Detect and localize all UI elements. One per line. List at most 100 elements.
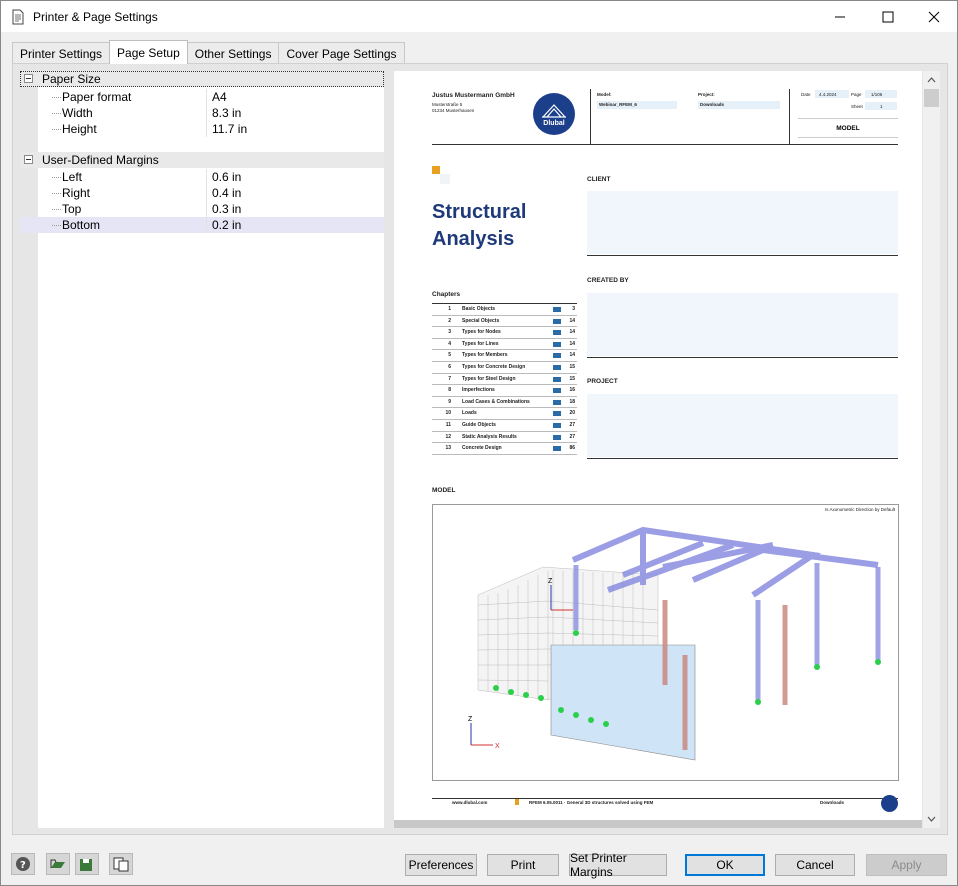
chapter-number: 8 xyxy=(448,387,451,394)
scrollbar-thumb[interactable] xyxy=(924,89,939,107)
chapter-page: 18 xyxy=(569,398,575,405)
chapter-number: 7 xyxy=(448,375,451,382)
chapter-page-icon xyxy=(553,411,561,417)
row-label: Width xyxy=(62,106,93,120)
chapter-number: 1 xyxy=(448,306,451,312)
client-box xyxy=(587,191,898,254)
scroll-down-icon[interactable] xyxy=(927,816,936,823)
created-by-box xyxy=(587,293,898,356)
chapter-row: 2 Special Objects 14 xyxy=(432,316,577,328)
help-button[interactable]: ? xyxy=(11,853,35,875)
address-line-1: Musterstraße 5 xyxy=(432,102,463,107)
load-settings-button[interactable] xyxy=(46,853,70,875)
row-top[interactable]: Top 0.3 in xyxy=(20,201,384,217)
model-image: Is Axonometric Direction by Default Z Z … xyxy=(432,504,899,781)
sheet-label: Sheet xyxy=(851,104,863,109)
footer-accent xyxy=(515,799,519,805)
chapter-name: Imperfections xyxy=(462,387,495,394)
save-icon xyxy=(80,859,92,871)
project-label: Project: xyxy=(698,92,715,97)
dialog-window: Printer & Page Settings Printer Settings… xyxy=(0,0,958,886)
close-button[interactable] xyxy=(911,1,957,32)
row-label: Right xyxy=(62,186,91,200)
row-paper-format[interactable]: Paper format A4 xyxy=(20,89,384,105)
chapter-row: 12 Static Analysis Results 27 xyxy=(432,432,577,444)
tab-other-settings[interactable]: Other Settings xyxy=(186,42,280,64)
row-width[interactable]: Width 8.3 in xyxy=(20,105,384,121)
chapter-number: 5 xyxy=(448,352,451,359)
tree-connector xyxy=(52,129,61,130)
cancel-button[interactable]: Cancel xyxy=(775,854,855,876)
accent-square xyxy=(432,166,440,174)
chapter-page: 15 xyxy=(569,375,575,382)
group-label: User-Defined Margins xyxy=(42,153,159,167)
tab-strip: Printer Settings Page Setup Other Settin… xyxy=(12,40,405,64)
set-printer-margins-button[interactable]: Set Printer Margins xyxy=(569,851,667,879)
right-margin-value[interactable]: 0.4 in xyxy=(206,185,384,201)
chapter-page-icon xyxy=(553,365,561,370)
project-box xyxy=(587,394,898,457)
svg-text:?: ? xyxy=(20,860,26,871)
chapter-number: 2 xyxy=(448,317,451,324)
tab-page-setup[interactable]: Page Setup xyxy=(109,40,188,64)
save-settings-button[interactable] xyxy=(75,853,99,875)
maximize-button[interactable] xyxy=(865,1,911,32)
chapter-page-icon xyxy=(553,434,561,440)
chapter-name: Types for Nodes xyxy=(462,329,501,336)
preferences-button[interactable]: Preferences xyxy=(405,854,477,876)
scroll-up-icon[interactable] xyxy=(927,76,936,83)
row-label: Paper format xyxy=(62,90,132,104)
ok-button[interactable]: OK xyxy=(685,854,765,876)
created-by-label: CREATED BY xyxy=(587,277,629,284)
tree-connector xyxy=(52,209,61,210)
paper-format-value[interactable]: A4 xyxy=(206,89,384,105)
chapter-row: 13 Concrete Design 86 xyxy=(432,443,577,455)
chapter-page-icon xyxy=(553,307,561,312)
row-bottom[interactable]: Bottom 0.2 in xyxy=(20,217,384,233)
chapters-label: Chapters xyxy=(432,291,461,298)
close-icon xyxy=(928,11,940,22)
chapter-row: 4 Types for Lines 14 xyxy=(432,339,577,351)
chapter-row: 8 Imperfections 16 xyxy=(432,385,577,397)
tab-cover-page-settings[interactable]: Cover Page Settings xyxy=(278,42,405,64)
title-line-2: Analysis xyxy=(432,228,515,250)
chapter-name: Types for Members xyxy=(462,352,508,359)
tab-printer-settings[interactable]: Printer Settings xyxy=(12,42,111,64)
structure-render-icon: Z Z X xyxy=(468,526,881,761)
chapter-number: 3 xyxy=(448,329,451,336)
preview-scrollbar[interactable] xyxy=(923,71,940,828)
chapter-page: 86 xyxy=(569,445,575,452)
model-label: Model: xyxy=(597,92,612,97)
chapter-page: 20 xyxy=(569,410,575,417)
chapter-name: Load Cases & Combinations xyxy=(462,398,530,405)
apply-button[interactable]: Apply xyxy=(866,854,947,876)
footer-url: www.dlubal.com xyxy=(452,800,488,805)
header-divider xyxy=(590,89,591,145)
copy-settings-button[interactable] xyxy=(109,853,133,875)
width-value[interactable]: 8.3 in xyxy=(206,105,384,121)
chapter-page: 14 xyxy=(569,340,575,347)
minimize-button[interactable] xyxy=(817,1,863,32)
bridge-icon xyxy=(542,104,566,118)
left-margin-value[interactable]: 0.6 in xyxy=(206,169,384,185)
top-margin-value[interactable]: 0.3 in xyxy=(206,201,384,217)
tree-connector xyxy=(52,225,61,226)
row-left[interactable]: Left 0.6 in xyxy=(20,169,384,185)
chapter-number: 11 xyxy=(445,422,451,428)
svg-text:X: X xyxy=(495,743,500,750)
model-box-label: MODEL xyxy=(836,124,860,132)
bottom-margin-value[interactable]: 0.2 in xyxy=(206,217,384,233)
print-button[interactable]: Print xyxy=(487,854,559,876)
chapter-name: Special Objects xyxy=(462,317,500,324)
group-user-defined-margins[interactable]: User-Defined Margins xyxy=(20,152,384,168)
chapter-page: 16 xyxy=(569,387,575,394)
chapter-row: 1 Basic Objects 3 xyxy=(432,304,577,316)
collapse-icon[interactable] xyxy=(24,155,33,164)
copy-icon xyxy=(113,857,129,872)
height-value[interactable]: 11.7 in xyxy=(206,121,384,137)
svg-text:Z: Z xyxy=(468,716,473,723)
row-height[interactable]: Height 11.7 in xyxy=(20,121,384,137)
client-rule xyxy=(587,255,898,256)
row-right[interactable]: Right 0.4 in xyxy=(20,185,384,201)
page-label: Page xyxy=(851,92,862,97)
